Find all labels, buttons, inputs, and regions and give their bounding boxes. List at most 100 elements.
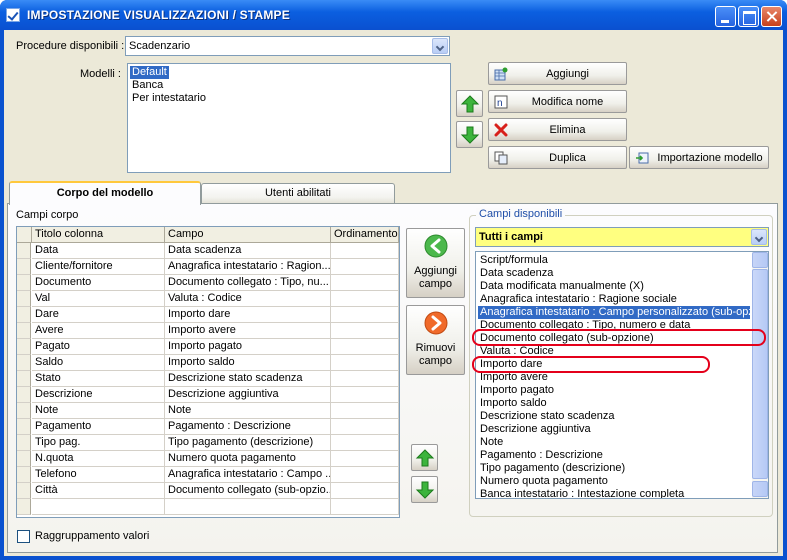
row-selector[interactable]: [17, 387, 31, 403]
procedure-select[interactable]: Scadenzario: [125, 36, 450, 56]
grid-cell[interactable]: [331, 403, 399, 419]
chevron-down-icon[interactable]: [751, 229, 767, 245]
grid-cell[interactable]: Saldo: [32, 355, 165, 371]
column-header-titolo[interactable]: Titolo colonna: [32, 227, 165, 243]
row-selector[interactable]: [17, 307, 31, 323]
grid-cell[interactable]: Documento collegato : Tipo, nu...: [165, 275, 331, 291]
row-selector[interactable]: [17, 403, 31, 419]
available-field-item[interactable]: Importo saldo: [478, 397, 549, 410]
raggruppamento-checkbox[interactable]: [17, 530, 30, 543]
rimuovi-campo-button[interactable]: Rimuovi campo: [406, 305, 465, 375]
maximize-button[interactable]: [738, 6, 759, 27]
grid-cell[interactable]: [331, 339, 399, 355]
grid-cell[interactable]: Descrizione stato scadenza: [165, 371, 331, 387]
grid-cell[interactable]: Anagrafica intestatario : Ragion...: [165, 259, 331, 275]
row-selector[interactable]: [17, 499, 31, 515]
grid-cell[interactable]: Importo avere: [165, 323, 331, 339]
grid-cell[interactable]: [331, 243, 399, 259]
aggiungi-button[interactable]: Aggiungi: [488, 62, 627, 85]
row-selector[interactable]: [17, 483, 31, 499]
grid-cell[interactable]: Numero quota pagamento: [165, 451, 331, 467]
available-field-item[interactable]: Note: [478, 436, 505, 449]
scroll-down-icon[interactable]: [752, 481, 768, 497]
move-down-button[interactable]: [456, 121, 483, 148]
aggiungi-campo-button[interactable]: Aggiungi campo: [406, 228, 465, 298]
grid-cell[interactable]: Anagrafica intestatario : Campo ...: [165, 467, 331, 483]
grid-cell[interactable]: Documento collegato (sub-opzio...: [165, 483, 331, 499]
grid-cell[interactable]: Documento: [32, 275, 165, 291]
grid-cell[interactable]: N.quota: [32, 451, 165, 467]
grid-cell[interactable]: Descrizione aggiuntiva: [165, 387, 331, 403]
available-field-item[interactable]: Data scadenza: [478, 267, 555, 280]
row-selector[interactable]: [17, 451, 31, 467]
modelli-list[interactable]: Default Banca Per intestatario: [127, 63, 451, 173]
grid-cell[interactable]: [331, 355, 399, 371]
field-move-up-button[interactable]: [411, 444, 438, 471]
grid-cell[interactable]: [331, 435, 399, 451]
grid-cell[interactable]: Note: [32, 403, 165, 419]
duplica-button[interactable]: Duplica: [488, 146, 627, 169]
grid-cell[interactable]: Dare: [32, 307, 165, 323]
scroll-thumb[interactable]: [752, 269, 768, 479]
column-header-campo[interactable]: Campo: [165, 227, 331, 243]
grid-cell[interactable]: Telefono: [32, 467, 165, 483]
grid-cell[interactable]: Data: [32, 243, 165, 259]
grid-cell[interactable]: [331, 307, 399, 323]
available-field-item[interactable]: Numero quota pagamento: [478, 475, 610, 488]
campi-filter-select[interactable]: Tutti i campi: [475, 227, 769, 247]
grid-cell[interactable]: Avere: [32, 323, 165, 339]
available-field-item[interactable]: Script/formula: [478, 254, 550, 267]
grid-cell[interactable]: Città: [32, 483, 165, 499]
grid-cell-empty[interactable]: [331, 499, 399, 515]
row-selector[interactable]: [17, 291, 31, 307]
available-field-item[interactable]: Tipo pagamento (descrizione): [478, 462, 627, 475]
grid-cell[interactable]: Val: [32, 291, 165, 307]
available-field-item[interactable]: Importo pagato: [478, 384, 556, 397]
available-field-item[interactable]: Anagrafica intestatario : Ragione social…: [478, 293, 679, 306]
modelli-item[interactable]: Banca: [130, 79, 165, 92]
minimize-button[interactable]: [715, 6, 736, 27]
chevron-down-icon[interactable]: [432, 38, 448, 54]
modelli-item[interactable]: Per intestatario: [130, 92, 208, 105]
modelli-item[interactable]: Default: [130, 66, 169, 79]
available-field-item[interactable]: Banca intestatario : Intestazione comple…: [478, 488, 686, 498]
grid-cell[interactable]: [331, 275, 399, 291]
grid-cell[interactable]: Data scadenza: [165, 243, 331, 259]
grid-cell[interactable]: [331, 483, 399, 499]
grid-cell[interactable]: Tipo pag.: [32, 435, 165, 451]
importazione-modello-button[interactable]: Importazione modello: [629, 146, 769, 169]
grid-cell[interactable]: [331, 323, 399, 339]
row-selector[interactable]: [17, 419, 31, 435]
grid-cell[interactable]: Importo dare: [165, 307, 331, 323]
grid-cell[interactable]: Importo saldo: [165, 355, 331, 371]
tab-utenti-abilitati[interactable]: Utenti abilitati: [201, 183, 395, 203]
grid-cell[interactable]: Pagato: [32, 339, 165, 355]
row-selector[interactable]: [17, 467, 31, 483]
row-selector[interactable]: [17, 259, 31, 275]
grid-cell[interactable]: [331, 291, 399, 307]
grid-cell[interactable]: Tipo pagamento (descrizione): [165, 435, 331, 451]
grid-cell[interactable]: Stato: [32, 371, 165, 387]
field-move-down-button[interactable]: [411, 476, 438, 503]
row-selector[interactable]: [17, 371, 31, 387]
elimina-button[interactable]: Elimina: [488, 118, 627, 141]
grid-cell[interactable]: [331, 259, 399, 275]
row-selector[interactable]: [17, 323, 31, 339]
grid-cell[interactable]: Descrizione: [32, 387, 165, 403]
grid-cell[interactable]: [331, 419, 399, 435]
grid-cell[interactable]: [331, 451, 399, 467]
grid-cell[interactable]: Pagamento : Descrizione: [165, 419, 331, 435]
row-selector[interactable]: [17, 355, 31, 371]
vertical-scrollbar[interactable]: [752, 252, 768, 498]
grid-cell[interactable]: [331, 387, 399, 403]
tab-corpo-del-modello[interactable]: Corpo del modello: [9, 181, 201, 205]
available-field-item[interactable]: Descrizione aggiuntiva: [478, 423, 593, 436]
modifica-nome-button[interactable]: n Modifica nome: [488, 90, 627, 113]
grid-cell[interactable]: Valuta : Codice: [165, 291, 331, 307]
move-up-button[interactable]: [456, 90, 483, 117]
grid-cell[interactable]: Cliente/fornitore: [32, 259, 165, 275]
campi-disponibili-list[interactable]: Script/formula Data scadenza Data modifica…: [475, 251, 769, 499]
grid-cell-empty[interactable]: [32, 499, 165, 515]
row-selector[interactable]: [17, 339, 31, 355]
grid-cell[interactable]: [331, 371, 399, 387]
